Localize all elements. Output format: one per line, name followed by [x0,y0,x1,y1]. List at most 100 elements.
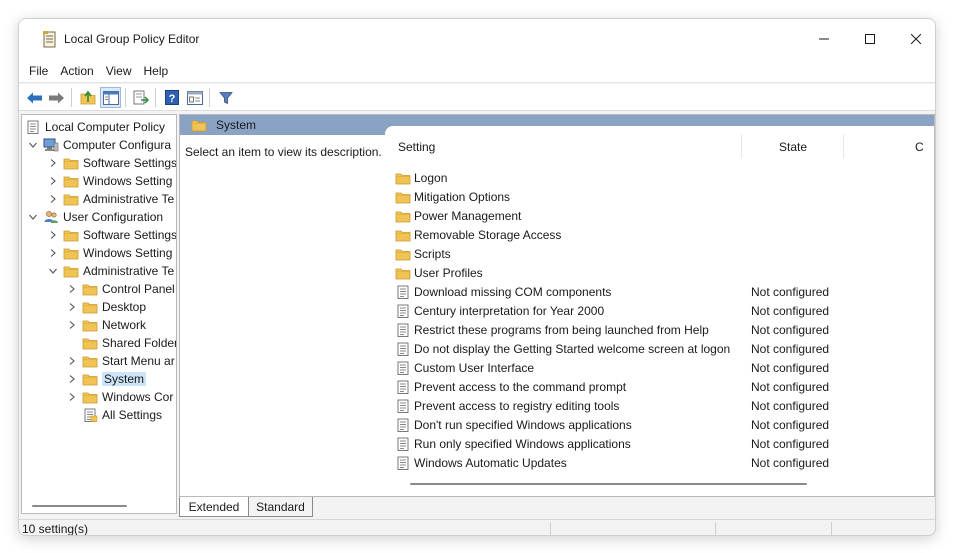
back-button[interactable] [24,87,45,108]
tree-item-network[interactable]: Network [67,316,146,334]
up-one-level-button[interactable] [77,87,98,108]
close-icon [911,34,921,44]
menu-bar: File Action View Help [19,59,935,83]
tree-item-system[interactable]: System [67,370,147,388]
properties-button[interactable] [184,87,205,108]
tree-item-control-panel[interactable]: Control Panel [67,280,175,298]
list-item-setting[interactable]: Windows Automatic Updates Not configured [395,453,915,472]
tree-item-desktop[interactable]: Desktop [67,298,146,316]
list-header: Setting State C [385,126,934,162]
up-folder-icon [80,90,95,105]
chevron-right-icon[interactable] [67,356,77,366]
tab-extended[interactable]: Extended [179,497,249,517]
setting-state: Not configured [751,322,830,337]
folder-icon [82,354,98,368]
column-header-setting[interactable]: Setting [398,140,435,154]
maximize-button[interactable] [847,19,893,59]
list-item-folder[interactable]: Power Management [395,206,915,225]
folder-icon [82,318,98,332]
list-item-folder[interactable]: Mitigation Options [395,187,915,206]
column-header-comment[interactable]: C [915,140,924,154]
forward-button[interactable] [46,87,67,108]
chevron-right-icon[interactable] [67,284,77,294]
folder-icon [82,300,98,314]
list-item-setting[interactable]: Century interpretation for Year 2000 Not … [395,301,915,320]
tab-standard[interactable]: Standard [249,497,313,517]
tree-item-start-menu[interactable]: Start Menu ar [67,352,175,370]
tree-item-cc-administrative-templates[interactable]: Administrative Te [48,190,174,208]
tree-horizontal-scrollbar[interactable] [32,505,127,507]
chevron-right-icon[interactable] [48,194,58,204]
policy-setting-icon [395,380,411,394]
chevron-right-icon[interactable] [48,158,58,168]
list-item-setting[interactable]: Do not display the Getting Started welco… [395,339,915,358]
tree-item-computer-configuration[interactable]: Computer Configura [28,136,171,154]
menu-view[interactable]: View [100,64,138,78]
show-hide-tree-button[interactable] [100,87,121,108]
chevron-down-icon[interactable] [48,266,58,276]
list-item-setting[interactable]: Don't run specified Windows applications… [395,415,915,434]
export-list-icon [133,90,149,105]
column-divider[interactable] [741,134,742,158]
policy-setting-icon [395,323,411,337]
chevron-right-icon[interactable] [48,176,58,186]
tree-item-uc-administrative-templates[interactable]: Administrative Te [48,262,174,280]
filter-icon [218,91,233,104]
description-text: Select an item to view its description. [185,145,382,159]
list-item-setting[interactable]: Prevent access to registry editing tools… [395,396,915,415]
users-icon [43,210,59,224]
title-bar: Local Group Policy Editor [19,19,935,59]
tree-item-cc-software-settings[interactable]: Software Settings [48,154,176,172]
menu-action[interactable]: Action [54,64,99,78]
folder-icon [63,156,79,170]
list-item-setting[interactable]: Restrict these programs from being launc… [395,320,915,339]
main-window: Local Group Policy Editor File Action Vi… [18,18,936,536]
list-item-setting[interactable]: Run only specified Windows applications N… [395,434,915,453]
chevron-down-icon[interactable] [28,140,38,150]
chevron-right-icon[interactable] [48,248,58,258]
menu-file[interactable]: File [23,64,54,78]
tree-item-user-configuration[interactable]: User Configuration [28,208,163,226]
chevron-right-icon[interactable] [67,320,77,330]
minimize-button[interactable] [801,19,847,59]
chevron-right-icon[interactable] [48,230,58,240]
folder-icon [395,266,411,280]
tree-pane: Local Computer Policy Computer Configura… [21,114,177,514]
filter-button[interactable] [215,87,236,108]
close-button[interactable] [893,19,935,59]
list-item-setting[interactable]: Custom User Interface Not configured [395,358,915,377]
export-list-button[interactable] [130,87,151,108]
list-horizontal-scrollbar[interactable] [410,483,807,485]
all-settings-icon [82,408,98,422]
tree-item-uc-windows-settings[interactable]: Windows Setting [48,244,172,262]
column-divider[interactable] [843,134,844,158]
status-divider [550,522,551,535]
tree-item-windows-components[interactable]: Windows Cor [67,388,173,406]
chevron-right-icon[interactable] [67,374,77,384]
list-item-setting[interactable]: Download missing COM components Not confi… [395,282,915,301]
help-button[interactable]: ? [161,87,182,108]
tree-item-shared-folders[interactable]: Shared Folder [82,334,176,352]
chevron-right-icon[interactable] [67,392,77,402]
list-item-folder[interactable]: Logon [395,168,915,187]
list-item-folder[interactable]: Removable Storage Access [395,225,915,244]
chevron-right-icon[interactable] [67,302,77,312]
policy-setting-icon [395,361,411,375]
tree-item-cc-windows-settings[interactable]: Windows Setting [48,172,172,190]
back-arrow-icon [27,92,42,103]
status-bar: 10 setting(s) [19,519,935,535]
tree-item-all-settings[interactable]: All Settings [82,406,162,424]
folder-icon [395,228,411,242]
forward-arrow-icon [49,92,64,103]
tree-item-uc-software-settings[interactable]: Software Settings [48,226,176,244]
column-header-state[interactable]: State [779,140,807,154]
list-item-folder[interactable]: Scripts [395,244,915,263]
list-item-setting[interactable]: Prevent access to the command prompt Not … [395,377,915,396]
tree-item-local-computer-policy[interactable]: Local Computer Policy [25,118,165,136]
chevron-down-icon[interactable] [28,212,38,222]
menu-help[interactable]: Help [138,64,175,78]
folder-icon [395,190,411,204]
folder-icon [63,264,79,278]
list-item-folder[interactable]: User Profiles [395,263,915,282]
folder-icon [63,228,79,242]
